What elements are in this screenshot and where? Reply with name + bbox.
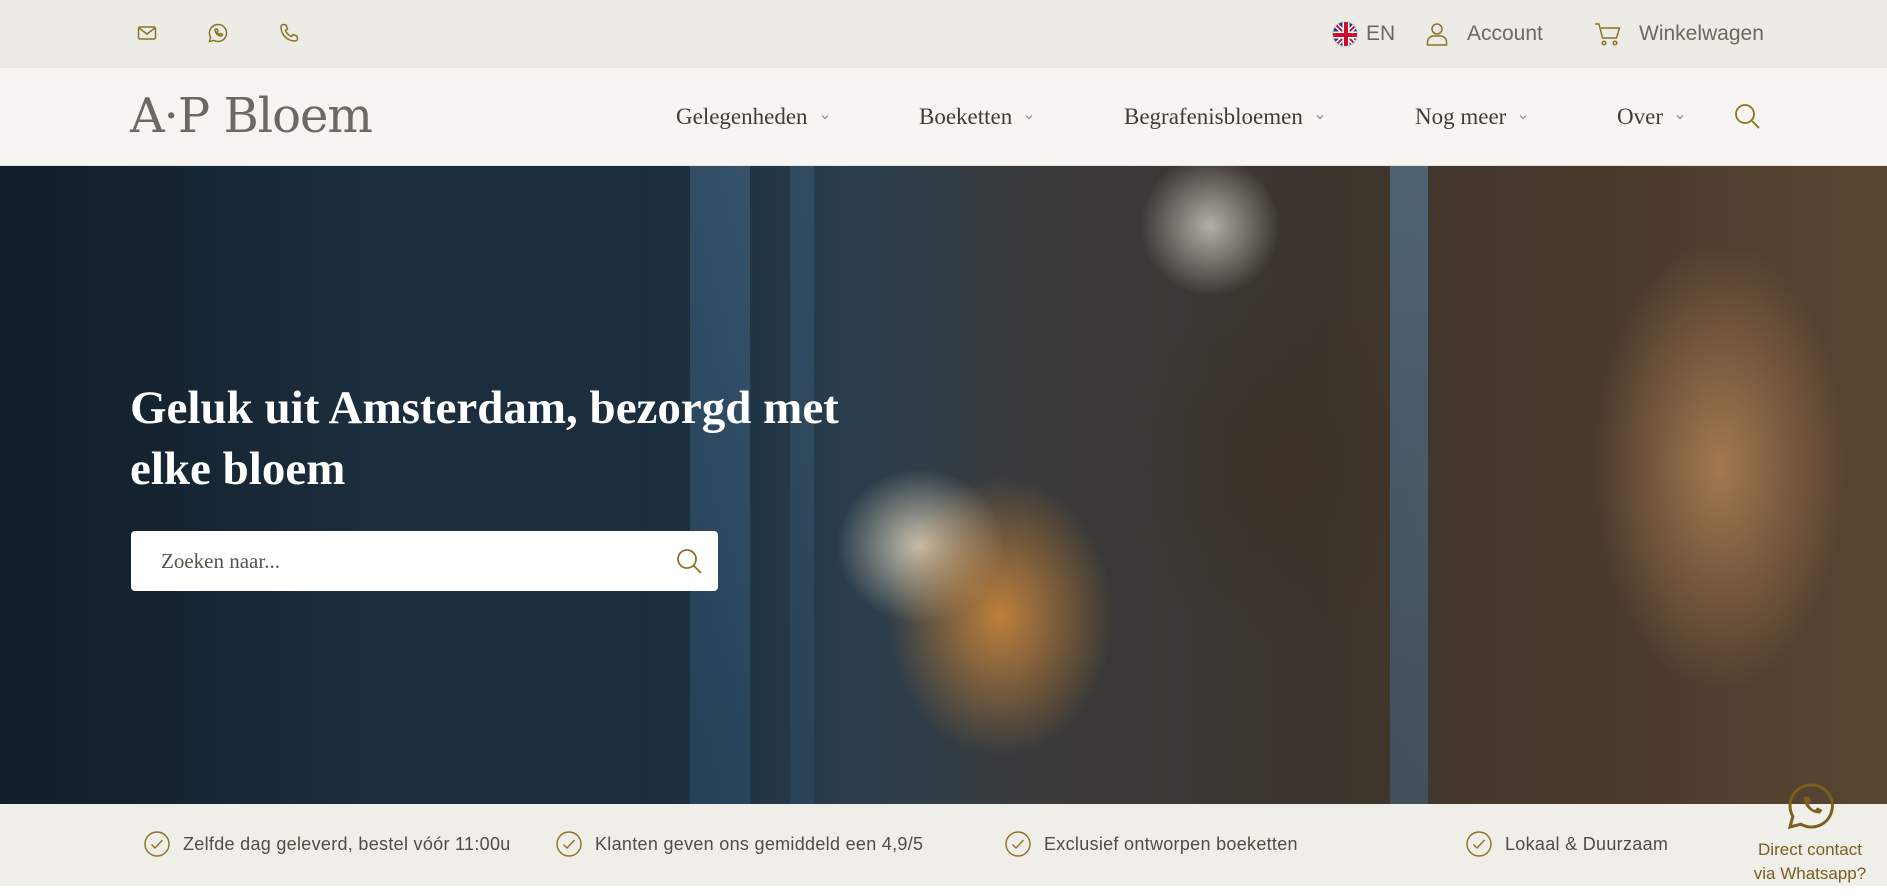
utility-bar: EN Account Winkelwagen	[0, 0, 1887, 68]
chevron-down-icon	[1519, 115, 1527, 120]
chevron-down-icon	[1025, 115, 1033, 120]
usp-item: Lokaal & Duurzaam	[1465, 830, 1668, 858]
nav-begrafenisbloemen[interactable]: Begrafenisbloemen	[1124, 68, 1325, 166]
nav-label: Nog meer	[1415, 104, 1507, 129]
logo[interactable]: A·P Bloem	[130, 88, 373, 144]
hero-banner: Geluk uit Amsterdam, bezorgd met elke bl…	[0, 166, 1887, 804]
nav-label: Gelegenheden	[676, 104, 808, 129]
hero-search-box	[131, 531, 718, 591]
cart-link[interactable]: Winkelwagen	[1593, 0, 1764, 68]
search-icon[interactable]	[1732, 101, 1762, 131]
usp-item: Exclusief ontworpen boeketten	[1004, 830, 1298, 858]
account-link[interactable]: Account	[1423, 0, 1543, 68]
phone-icon[interactable]	[276, 20, 302, 46]
language-label: EN	[1366, 22, 1396, 45]
whatsapp-icon	[1787, 783, 1834, 830]
check-circle-icon	[1005, 831, 1031, 857]
check-circle-icon	[1466, 831, 1492, 857]
search-icon[interactable]	[674, 546, 704, 576]
whatsapp-contact-button[interactable]: Direct contact via Whatsapp?	[1748, 776, 1872, 886]
chevron-down-icon	[1316, 115, 1324, 120]
hero-search-input[interactable]	[131, 532, 651, 590]
mail-icon[interactable]	[134, 20, 160, 46]
nav-over[interactable]: Over	[1617, 68, 1685, 166]
cart-icon	[1595, 23, 1621, 46]
usp-text: Zelfde dag geleverd, bestel vóór 11:00u	[183, 833, 511, 854]
nav-nog-meer[interactable]: Nog meer	[1415, 68, 1528, 166]
nav-label: Over	[1617, 104, 1663, 129]
nav-boeketten[interactable]: Boeketten	[919, 68, 1034, 166]
usp-text: Exclusief ontworpen boeketten	[1044, 833, 1298, 854]
whatsapp-icon[interactable]	[205, 20, 231, 46]
chevron-down-icon	[821, 115, 828, 120]
usp-text: Klanten geven ons gemiddeld een 4,9/5	[595, 833, 924, 854]
check-circle-icon	[556, 831, 582, 857]
nav-gelegenheden[interactable]: Gelegenheden	[676, 68, 830, 166]
chevron-down-icon	[1676, 115, 1684, 120]
usp-text: Lokaal & Duurzaam	[1505, 833, 1669, 854]
usp-item: Zelfde dag geleverd, bestel vóór 11:00u	[143, 830, 511, 858]
uk-flag-icon	[1332, 21, 1358, 47]
language-switcher[interactable]: EN	[1332, 0, 1395, 68]
usp-item: Klanten geven ons gemiddeld een 4,9/5	[555, 830, 923, 858]
user-icon	[1426, 23, 1448, 46]
usp-bar: Zelfde dag geleverd, bestel vóór 11:00u …	[0, 804, 1887, 886]
page-bottom-edge	[0, 886, 1887, 896]
nav-label: Boeketten	[919, 104, 1013, 129]
cart-label: Winkelwagen	[1639, 22, 1764, 45]
main-header: A·P Bloem Gelegenheden Boeketten Begrafe…	[0, 68, 1887, 166]
check-circle-icon	[144, 831, 170, 857]
hero-title: Geluk uit Amsterdam, bezorgd met elke bl…	[130, 382, 839, 495]
whatsapp-label-line1: Direct contact	[1758, 840, 1862, 859]
whatsapp-label-line2: via Whatsapp?	[1753, 864, 1867, 883]
nav-label: Begrafenisbloemen	[1124, 104, 1303, 129]
account-label: Account	[1467, 22, 1543, 45]
hero-image-detail	[1390, 166, 1428, 804]
